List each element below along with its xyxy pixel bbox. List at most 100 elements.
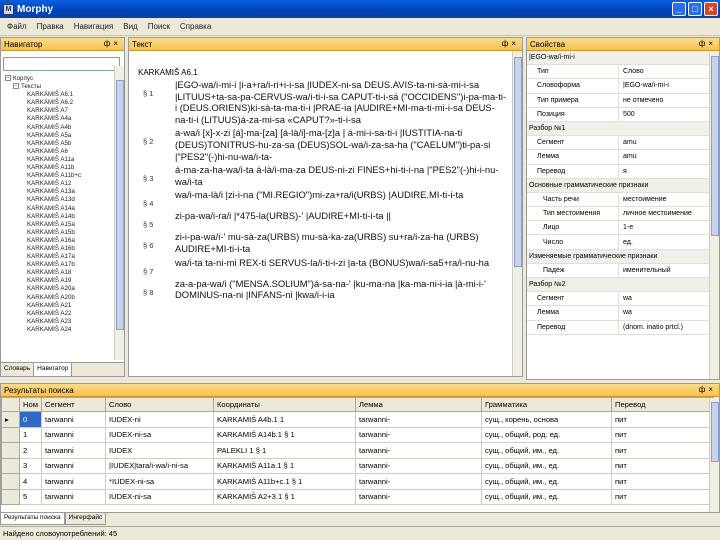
pin-icon[interactable]: ф <box>104 39 114 48</box>
close-icon[interactable]: × <box>704 2 718 16</box>
cell-coords[interactable]: KARKAMIŠ A11b+c.1 § 1 <box>213 473 356 490</box>
menu-help[interactable]: Справка <box>175 22 216 31</box>
tree-node[interactable]: KARKAMIŠ A15b <box>5 229 124 237</box>
cell-translation[interactable]: пит <box>611 426 714 443</box>
expand-icon[interactable]: − <box>5 75 11 82</box>
line-text[interactable]: |EGO-wa/i-mi-i |i-a+ra/i-ri+i-i-sa |IUDE… <box>175 79 508 125</box>
row-header-cell[interactable] <box>1 442 20 459</box>
tree-node[interactable]: KARKAMIŠ A17a <box>5 253 124 261</box>
close-panel-icon[interactable]: × <box>511 39 519 48</box>
line-text[interactable]: wa/i-ta ta-ni-mi REX-ti SERVUS-la/i-ti-i… <box>175 257 489 276</box>
property-category[interactable]: Разбор №1 <box>527 121 719 137</box>
tree-node[interactable]: KARKAMIŠ A11b+c <box>5 172 124 180</box>
cell-translation[interactable]: пит <box>611 457 714 474</box>
cell-num[interactable]: 4 <box>19 473 42 490</box>
pin-icon[interactable]: ф <box>699 39 709 48</box>
table-row[interactable]: 1 tarwanni IUDEX-ni-sa KARKAMIŠ A14b.1 § 1t… <box>1 426 714 443</box>
property-row[interactable]: Лемма amu <box>527 150 719 165</box>
cell-lemma[interactable]: tarwanni- <box>355 411 482 428</box>
tree-node[interactable]: KARKAMIŠ A13d <box>5 196 124 204</box>
tree-node[interactable]: KARKAMIŠ A21 <box>5 302 124 310</box>
close-panel-icon[interactable]: × <box>708 39 716 48</box>
property-row[interactable]: Число ед. <box>527 235 719 250</box>
tree-node[interactable]: KARKAMIŠ A5a <box>5 132 124 140</box>
property-row[interactable]: Перевод я <box>527 164 719 179</box>
property-value[interactable]: местоимение <box>619 196 719 203</box>
tree-node[interactable]: KARKAMIŠ A5b <box>5 140 124 148</box>
tree-node[interactable]: KARKAMIŠ A20b <box>5 294 124 302</box>
tree-node[interactable]: KARKAMIŠ A16b <box>5 245 124 253</box>
tree-node[interactable]: KARKAMIŠ A4b <box>5 124 124 132</box>
tab-search-results[interactable]: Результаты поиска <box>0 513 65 525</box>
cell-segment[interactable]: tarwanni <box>41 426 106 443</box>
property-row[interactable]: Сегмент amu <box>527 136 719 151</box>
cell-lemma[interactable]: tarwanni- <box>355 426 482 443</box>
close-panel-icon[interactable]: × <box>113 39 121 48</box>
cell-coords[interactable]: KARKAMIŠ A14b.1 § 1 <box>213 426 356 443</box>
close-panel-icon[interactable]: × <box>708 385 716 394</box>
expand-icon[interactable]: − <box>13 83 19 90</box>
property-row[interactable]: Часть речи местоимение <box>527 192 719 208</box>
cell-grammar[interactable]: сущ., общий, им., ед. <box>481 457 612 474</box>
table-row[interactable]: 5 tarwanni IUDEX-ni-sa KARKAMIŠ A2+3.1 § 1t… <box>1 488 714 505</box>
tree-node[interactable]: KARKAMIŠ A7 <box>5 107 124 115</box>
cell-grammar[interactable]: сущ., корень, основа <box>481 411 612 428</box>
property-value[interactable]: не отмечено <box>619 97 719 104</box>
row-header-cell[interactable] <box>1 457 20 474</box>
row-header-cell[interactable] <box>1 473 20 490</box>
cell-word[interactable]: *IUDEX-ni-sa <box>105 473 214 490</box>
cell-grammar[interactable]: сущ., общий, род. ед. <box>481 426 612 443</box>
property-row[interactable]: Позиция 500 <box>527 107 719 122</box>
cell-translation[interactable]: пит <box>611 473 714 490</box>
table-row[interactable]: 3 tarwanni |IUDEX|tara/i-wa/i-ni-sa KARKAMI… <box>1 457 714 474</box>
cell-word[interactable]: IUDEX-ni <box>105 411 214 428</box>
table-row[interactable]: ▸ 0 tarwanni IUDEX-ni KARKAMIŠ A4b.1 1 tarwan… <box>1 411 714 428</box>
tree-node[interactable]: KARKAMIŠ A18 <box>5 269 124 277</box>
tab-dictionary[interactable]: Словарь <box>1 363 35 376</box>
cell-grammar[interactable]: сущ., общий, им., ед. <box>481 442 612 459</box>
tree-node[interactable]: KARKAMIŠ A22 <box>5 310 124 318</box>
tree-node[interactable]: KARKAMIŠ A23 <box>5 318 124 326</box>
property-category[interactable]: Основные грамматические признаки <box>527 178 719 193</box>
property-header-row[interactable]: |EGO-wa/i-mi-i <box>527 51 719 66</box>
cell-segment[interactable]: tarwanni <box>41 457 106 474</box>
cell-lemma[interactable]: tarwanni- <box>355 457 482 474</box>
cell-translation[interactable]: пит <box>611 442 714 459</box>
cell-num[interactable]: 5 <box>19 488 42 505</box>
pin-icon[interactable]: ф <box>502 39 512 48</box>
cell-word[interactable]: |IUDEX|tara/i-wa/i-ni-sa <box>105 457 214 474</box>
property-row[interactable]: Словоформа |EGO-wa/i-mi-i <box>527 79 719 94</box>
tree-node[interactable]: KARKAMIŠ A16a <box>5 237 124 245</box>
tree-node[interactable]: − Тексты <box>5 83 124 91</box>
tab-interface[interactable]: Ингерфайс <box>64 513 107 525</box>
line-text[interactable]: á-ma-za-ha-wa/i-ta á-là/i-ma-za DEUS-ni-… <box>175 164 508 187</box>
navigator-search-input[interactable] <box>3 57 120 71</box>
cell-num[interactable]: 1 <box>19 426 42 443</box>
line-text[interactable]: a-wa/i [x]-x-zi [á]-ma-[za] [á-là/i]-ma-… <box>175 127 508 162</box>
line-text[interactable]: zi-i-pa-wa/i-' mu-sà-za(URBS) mu-sà-ka-z… <box>175 231 508 254</box>
column-header[interactable]: Сегмент <box>41 397 106 412</box>
property-row[interactable]: Тип местоимения личное местоимение <box>527 207 719 222</box>
text-scrollbar[interactable] <box>512 51 522 376</box>
tree-node[interactable]: KARKAMIŠ A6 <box>5 148 124 156</box>
tree-node[interactable]: KARKAMIŠ A15a <box>5 221 124 229</box>
cell-coords[interactable]: KARKAMIŠ A4b.1 1 <box>213 411 356 428</box>
menu-search[interactable]: Поиск <box>143 22 175 31</box>
cell-grammar[interactable]: сущ., общий, им., ед. <box>481 488 612 505</box>
tree-node[interactable]: KARKAMIŠ A14b <box>5 213 124 221</box>
line-text[interactable]: zi-pa-wa/i-ra/i |*475-la(URBS)-' |AUDIRE… <box>175 210 391 229</box>
cell-lemma[interactable]: tarwanni- <box>355 488 482 505</box>
property-value[interactable]: |EGO-wa/i-mi-i <box>619 82 719 89</box>
cell-segment[interactable]: tarwanni <box>41 488 106 505</box>
minimize-icon[interactable]: _ <box>672 2 686 16</box>
tree-node[interactable]: KARKAMIŠ A4a <box>5 115 124 123</box>
cell-lemma[interactable]: tarwanni- <box>355 442 482 459</box>
cell-word[interactable]: IUDEX-ni-sa <box>105 488 214 505</box>
cell-grammar[interactable]: сущ., общий, им., ед. <box>481 473 612 490</box>
column-header[interactable]: Перевод <box>611 397 714 412</box>
cell-lemma[interactable]: tarwanni- <box>355 473 482 490</box>
cell-num[interactable]: 0 <box>19 411 42 428</box>
cell-segment[interactable]: tarwanni <box>41 442 106 459</box>
property-category[interactable]: Разбор №2 <box>527 278 719 293</box>
property-row[interactable]: Тип примера не отмечено <box>527 93 719 108</box>
